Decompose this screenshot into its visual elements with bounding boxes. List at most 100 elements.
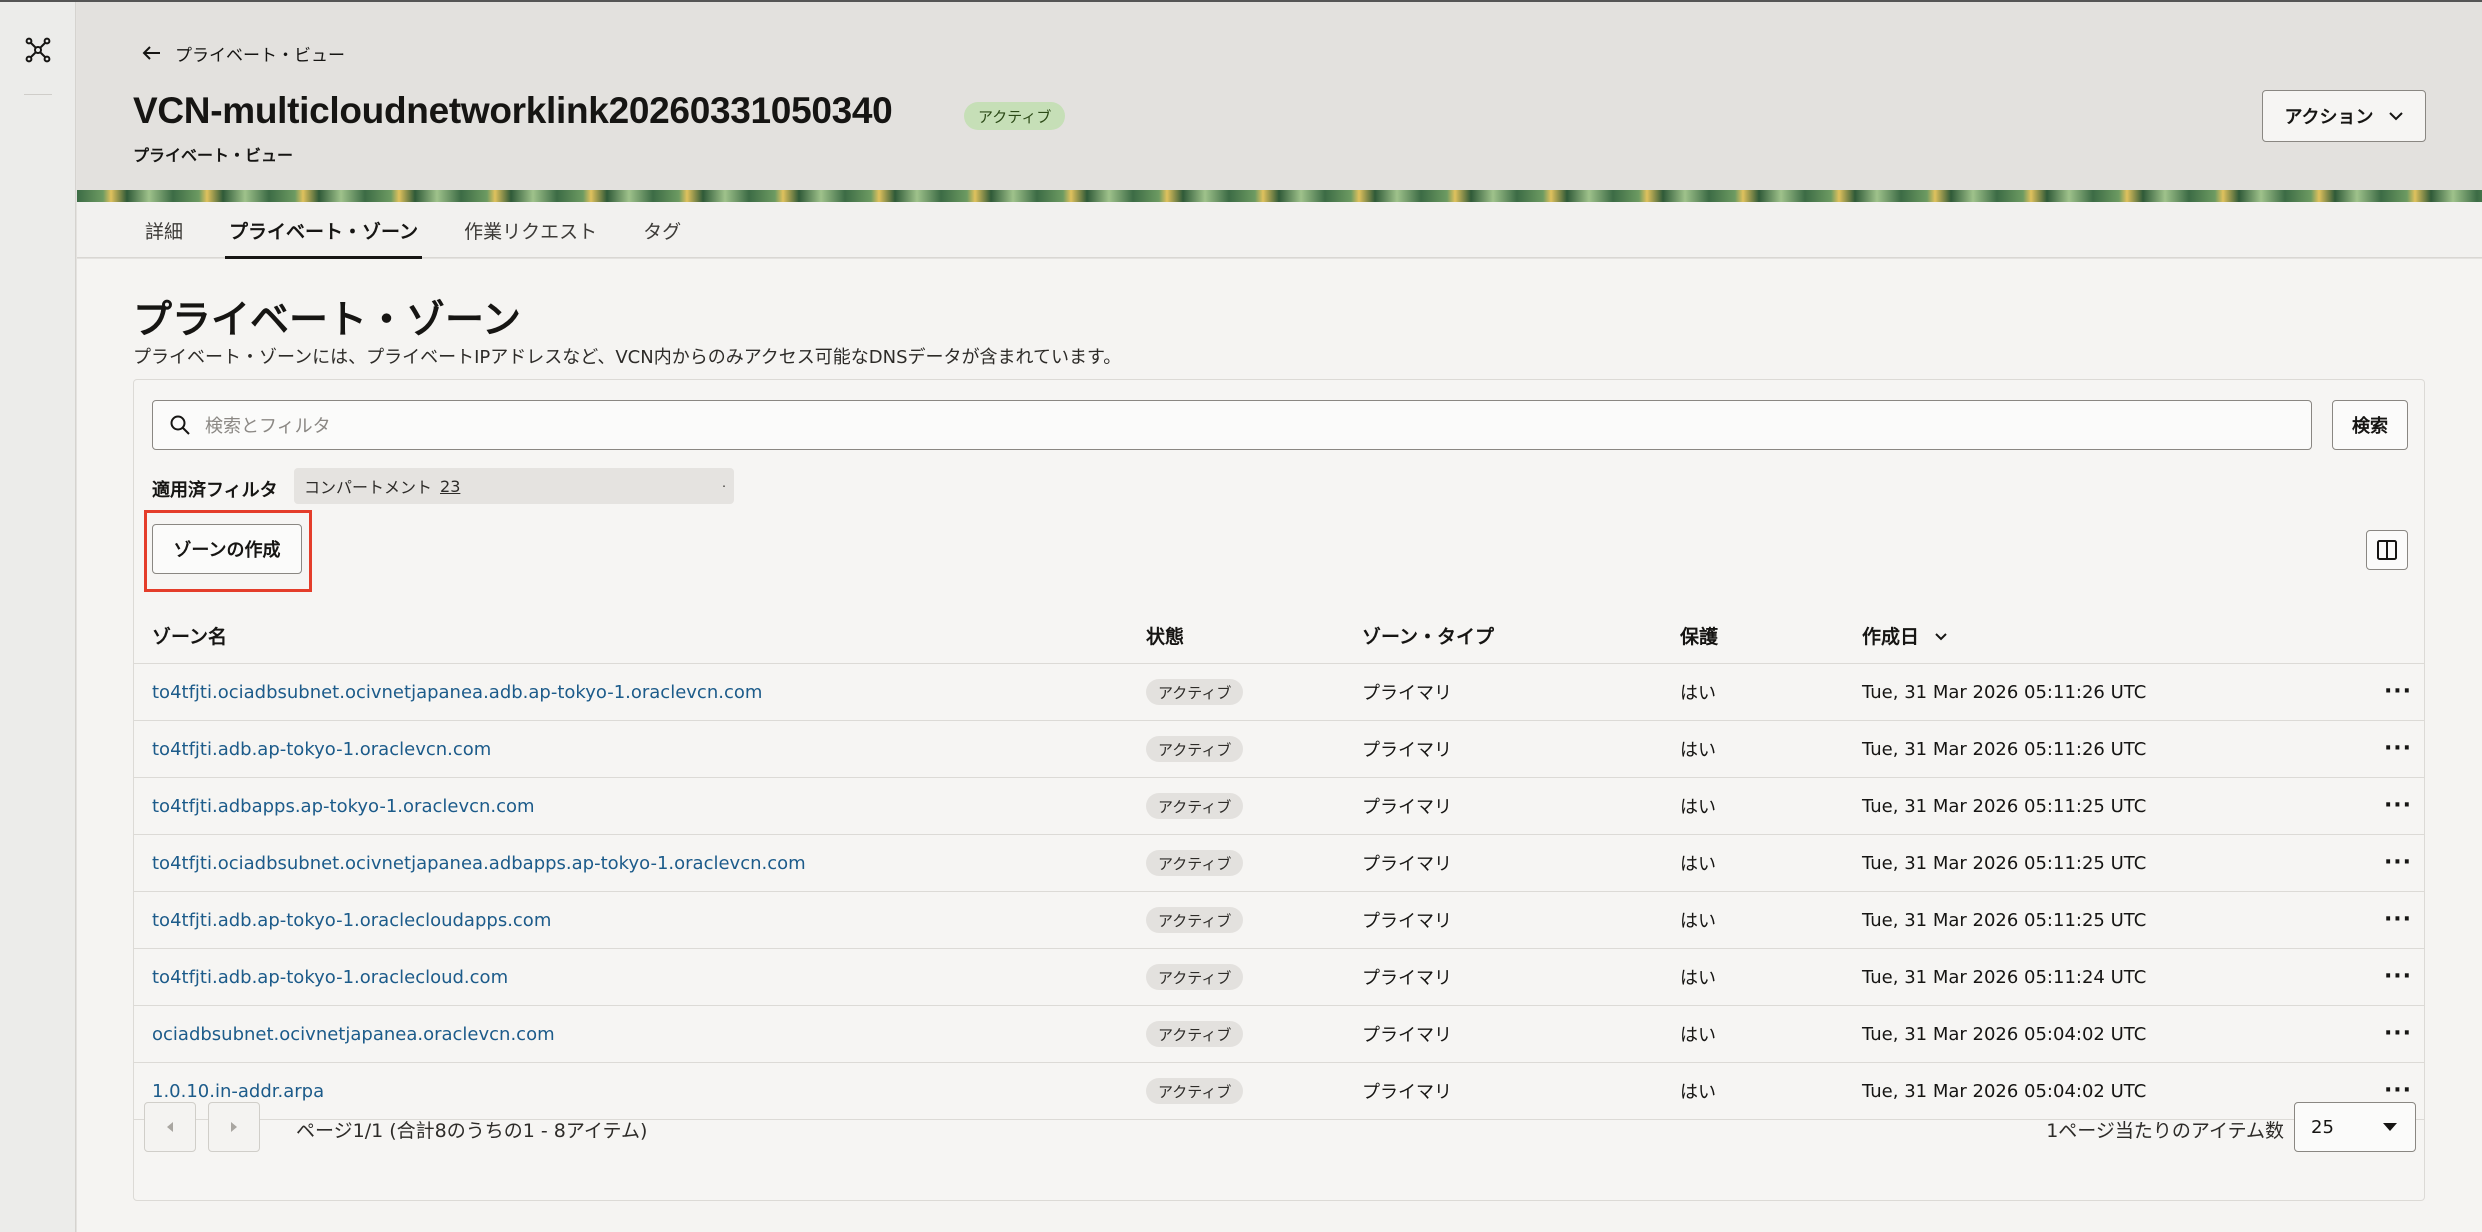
pagination-summary: ページ1/1 (合計8のうちの1 - 8アイテム)	[296, 1120, 648, 1142]
column-header-type: ゾーン・タイプ	[1362, 626, 1495, 648]
zone-name-link[interactable]: to4tfjti.adb.ap-tokyo-1.oraclevcn.com	[152, 739, 491, 760]
column-header-created[interactable]: 作成日	[1862, 622, 2372, 649]
created-date: Tue, 31 Mar 2026 05:11:25 UTC	[1862, 852, 2147, 874]
zone-name-link[interactable]: to4tfjti.ociadbsubnet.ocivnetjapanea.adb…	[152, 682, 762, 703]
pagination: ページ1/1 (合計8のうちの1 - 8アイテム) 1ページ当たりのアイテム数 …	[134, 1092, 2424, 1172]
chevron-right-icon	[231, 1122, 237, 1132]
back-link-label: プライベート・ビュー	[175, 45, 345, 66]
protected-value: はい	[1680, 854, 1716, 875]
tab-label: 作業リクエスト	[464, 220, 598, 243]
table-row: to4tfjti.ociadbsubnet.ocivnetjapanea.adb…	[134, 835, 2424, 892]
state-badge: アクティブ	[1146, 850, 1244, 876]
columns-icon	[2377, 540, 2397, 560]
table-row: ociadbsubnet.ocivnetjapanea.oraclevcn.co…	[134, 1006, 2424, 1063]
zone-type: プライマリ	[1362, 968, 1452, 989]
search-button[interactable]: 検索	[2332, 400, 2408, 450]
zone-type: プライマリ	[1362, 740, 1452, 761]
filter-chip-value: 23	[440, 476, 461, 496]
back-link[interactable]: プライベート・ビュー	[141, 38, 345, 68]
created-date: Tue, 31 Mar 2026 05:11:25 UTC	[1862, 909, 2147, 931]
row-actions-icon[interactable]: ···	[2384, 1023, 2412, 1045]
actions-button[interactable]: アクション	[2262, 90, 2426, 142]
zone-name-link[interactable]: ociadbsubnet.ocivnetjapanea.oraclevcn.co…	[152, 1024, 555, 1045]
page-header: プライベート・ビュー VCN-multicloudnetworklink2026…	[77, 2, 2482, 190]
status-badge: アクティブ	[964, 102, 1066, 130]
items-per-page-label: 1ページ当たりのアイテム数	[2046, 1120, 2284, 1142]
row-actions-icon[interactable]: ···	[2384, 795, 2412, 817]
row-actions-icon[interactable]: ···	[2384, 681, 2412, 703]
section-description: プライベート・ゾーンには、プライベートIPアドレスなど、VCN内からのみアクセス…	[133, 347, 1122, 368]
tab-label: プライベート・ゾーン	[229, 220, 419, 243]
state-badge: アクティブ	[1146, 679, 1244, 705]
compartment-filter-chip[interactable]: コンパートメント 23 ․	[294, 468, 734, 504]
row-actions-icon[interactable]: ···	[2384, 852, 2412, 874]
column-header-name: ゾーン名	[152, 626, 228, 648]
tab-work-requests[interactable]: 作業リクエスト	[460, 202, 601, 258]
zone-name-link[interactable]: to4tfjti.ociadbsubnet.ocivnetjapanea.adb…	[152, 853, 806, 874]
created-date: Tue, 31 Mar 2026 05:11:25 UTC	[1862, 795, 2147, 817]
zone-type: プライマリ	[1362, 911, 1452, 932]
filter-chip-label: コンパートメント	[304, 478, 433, 497]
zone-type: プライマリ	[1362, 683, 1452, 704]
zones-table: ゾーン名 状態 ゾーン・タイプ 保護 作成日 to4tfjti.ociadbsu…	[134, 608, 2424, 1120]
zone-type: プライマリ	[1362, 854, 1452, 875]
tab-tags[interactable]: タグ	[639, 202, 685, 258]
remove-filter-icon[interactable]: ․	[722, 476, 726, 490]
column-header-protected: 保護	[1680, 626, 1719, 648]
create-zone-button[interactable]: ゾーンの作成	[152, 524, 302, 574]
actions-button-label: アクション	[2284, 107, 2374, 128]
next-page-button[interactable]	[208, 1102, 260, 1152]
state-badge: アクティブ	[1146, 1021, 1244, 1047]
caret-down-icon	[2383, 1123, 2397, 1131]
chevron-left-icon	[167, 1122, 173, 1132]
zone-name-link[interactable]: to4tfjti.adbapps.ap-tokyo-1.oraclevcn.co…	[152, 796, 535, 817]
column-header-state: 状態	[1146, 626, 1185, 648]
zone-name-link[interactable]: to4tfjti.adb.ap-tokyo-1.oraclecloudapps.…	[152, 910, 551, 931]
tab-details[interactable]: 詳細	[141, 202, 187, 258]
items-per-page-select[interactable]: 25	[2294, 1102, 2416, 1152]
header-banner	[77, 190, 2482, 202]
created-date: Tue, 31 Mar 2026 05:11:26 UTC	[1862, 681, 2147, 703]
column-header-created-label: 作成日	[1862, 626, 1920, 648]
section-title: プライベート・ゾーン	[133, 299, 522, 342]
table-row: to4tfjti.adb.ap-tokyo-1.oraclecloudapps.…	[134, 892, 2424, 949]
page-title: VCN-multicloudnetworklink20260331050340	[133, 90, 893, 131]
page-subtitle: プライベート・ビュー	[133, 146, 294, 165]
created-date: Tue, 31 Mar 2026 05:11:24 UTC	[1862, 966, 2147, 988]
row-actions-icon[interactable]: ···	[2384, 909, 2412, 931]
applied-filters-label: 適用済フィルタ	[152, 480, 278, 501]
main-content: プライベート・ゾーン プライベート・ゾーンには、プライベートIPアドレスなど、V…	[77, 259, 2482, 1232]
rail-divider	[24, 94, 52, 95]
left-rail	[0, 2, 76, 1232]
search-icon	[170, 415, 190, 435]
state-badge: アクティブ	[1146, 907, 1244, 933]
sort-descending-icon	[1935, 632, 1947, 640]
state-badge: アクティブ	[1146, 736, 1244, 762]
tab-label: タグ	[643, 220, 682, 243]
table-row: to4tfjti.adb.ap-tokyo-1.oraclecloud.com …	[134, 949, 2424, 1006]
zone-type: プライマリ	[1362, 797, 1452, 818]
zone-name-link[interactable]: to4tfjti.adb.ap-tokyo-1.oraclecloud.com	[152, 967, 508, 988]
arrow-left-icon	[142, 46, 160, 60]
tab-private-zones[interactable]: プライベート・ゾーン	[225, 202, 423, 259]
table-row: to4tfjti.adb.ap-tokyo-1.oraclevcn.com アク…	[134, 721, 2424, 778]
search-placeholder: 検索とフィルタ	[205, 416, 331, 437]
protected-value: はい	[1680, 797, 1716, 818]
protected-value: はい	[1680, 911, 1716, 932]
table-row: to4tfjti.adbapps.ap-tokyo-1.oraclevcn.co…	[134, 778, 2424, 835]
zone-type: プライマリ	[1362, 1025, 1452, 1046]
column-settings-button[interactable]	[2366, 530, 2408, 570]
row-actions-icon[interactable]: ···	[2384, 966, 2412, 988]
previous-page-button[interactable]	[144, 1102, 196, 1152]
zones-panel: 検索とフィルタ 検索 適用済フィルタ コンパートメント 23 ․ ゾーンの作成 …	[133, 379, 2425, 1201]
tab-label: 詳細	[145, 220, 184, 243]
created-date: Tue, 31 Mar 2026 05:04:02 UTC	[1862, 1023, 2147, 1045]
search-input[interactable]: 検索とフィルタ	[152, 400, 2312, 450]
row-actions-icon[interactable]: ···	[2384, 738, 2412, 760]
network-hub-icon[interactable]	[24, 36, 52, 64]
protected-value: はい	[1680, 968, 1716, 989]
chevron-down-icon	[2388, 112, 2403, 121]
state-badge: アクティブ	[1146, 793, 1244, 819]
created-date: Tue, 31 Mar 2026 05:11:26 UTC	[1862, 738, 2147, 760]
items-per-page-value: 25	[2311, 1116, 2334, 1138]
